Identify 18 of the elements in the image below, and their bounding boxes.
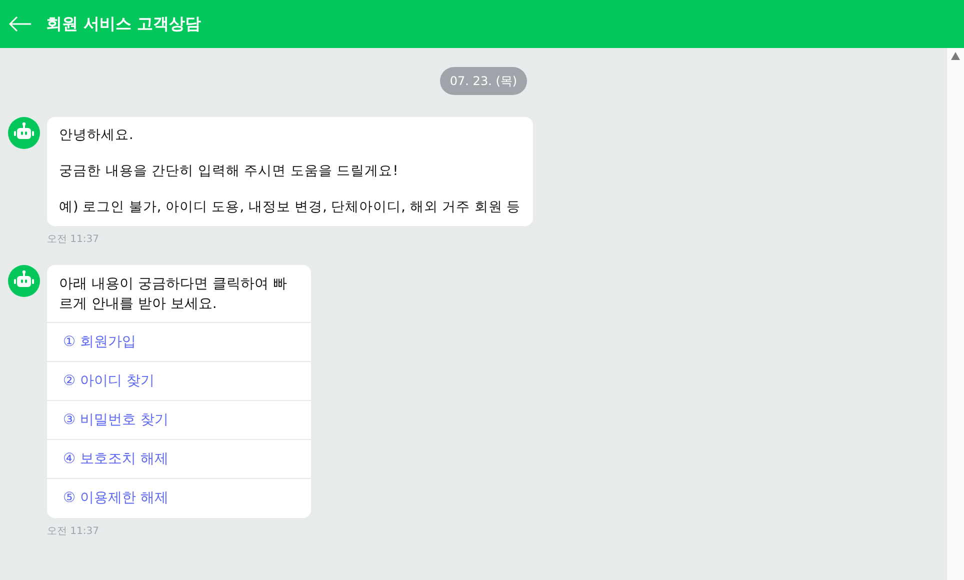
menu-option[interactable]: ⑤ 이용제한 해제 xyxy=(47,479,311,518)
date-chip: 07. 23. (목) xyxy=(440,67,528,95)
menu-option[interactable]: ① 회원가입 xyxy=(47,323,311,362)
message-time: 오전 11:37 xyxy=(47,525,100,539)
message-text: 아래 내용이 궁금하다면 클릭하여 빠르게 안내를 받아 보세요. xyxy=(59,275,288,314)
menu-option[interactable]: ② 아이디 찾기 xyxy=(47,362,311,401)
robot-avatar-icon xyxy=(8,265,40,297)
scroll-up-icon xyxy=(951,52,960,60)
message-text: 궁금한 내용을 간단히 입력해 주시면 도움을 드릴게요! xyxy=(59,162,400,181)
back-arrow-icon xyxy=(8,16,32,32)
header-title: 회원 서비스 고객상담 xyxy=(46,13,202,35)
menu-option[interactable]: ④ 보호조치 해제 xyxy=(47,440,311,479)
message-text: 예) 로그인 불가, 아이디 도용, 내정보 변경, 단체아이디, 해외 거주 회원 등 xyxy=(59,198,521,217)
menu-option[interactable]: ③ 비밀번호 찾기 xyxy=(47,401,311,440)
scrollbar[interactable] xyxy=(947,48,964,580)
robot-avatar-icon xyxy=(8,117,40,149)
message-time: 오전 11:37 xyxy=(47,233,100,247)
message-text: 안녕하세요. xyxy=(59,126,134,145)
